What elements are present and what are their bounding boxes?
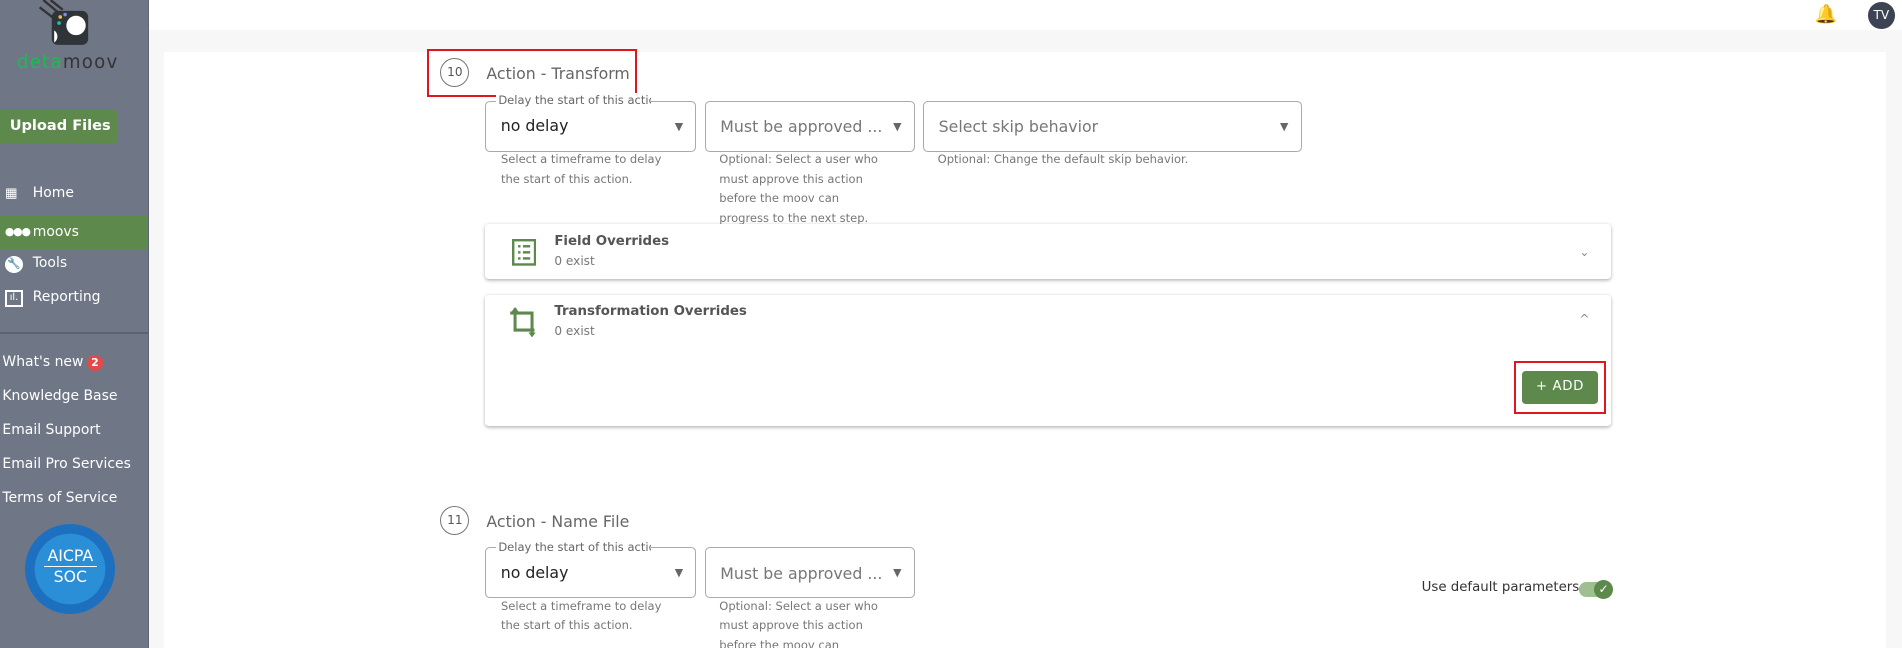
avatar[interactable]: TV bbox=[1868, 2, 1895, 30]
skip-behavior-select[interactable]: Select skip behavior ▼ bbox=[923, 100, 1302, 152]
aicpa-soc-badge: AICPA SOC bbox=[25, 524, 116, 614]
chart-icon: ıl. bbox=[4, 289, 24, 307]
whats-new-link[interactable]: What's new 2 bbox=[2, 354, 103, 371]
panel-title: Transformation Overrides bbox=[554, 304, 747, 320]
sidebar-item-label: Reporting bbox=[32, 289, 101, 306]
default-parameters-toggle[interactable]: ✓ bbox=[1579, 579, 1614, 600]
sidebar-item-tools[interactable]: 🔧 Tools bbox=[0, 247, 148, 280]
sidebar: detamoov Upload Files ▦ Home ●●● moovs 🔧 To… bbox=[0, 0, 150, 648]
dropdown-arrow-icon: ▼ bbox=[674, 566, 684, 580]
default-parameters-label: Use default parameters bbox=[1421, 579, 1580, 595]
wrench-icon: 🔧 bbox=[4, 255, 24, 273]
notification-badge: 2 bbox=[87, 355, 103, 371]
delay-help: Select a timeframe to delay the start of … bbox=[500, 598, 662, 633]
skip-help: Optional: Change the default skip behavi… bbox=[937, 152, 1189, 167]
bell-plus-icon[interactable]: 🔔 bbox=[1815, 4, 1838, 25]
approver-help: Optional: Select a user who must approve … bbox=[719, 152, 878, 225]
email-support-link[interactable]: Email Support bbox=[2, 422, 100, 438]
dots-icon: ●●● bbox=[4, 225, 31, 239]
step-title: Action - Name File bbox=[486, 511, 630, 531]
step-title: Action - Transform bbox=[486, 64, 630, 84]
sidebar-item-label: Home bbox=[32, 185, 74, 202]
chevron-up-icon[interactable]: ^ bbox=[1579, 312, 1589, 326]
top-bar bbox=[149, 0, 1902, 31]
email-pro-services-link[interactable]: Email Pro Services bbox=[2, 456, 130, 472]
dashboard-icon: ▦ bbox=[4, 185, 18, 201]
panel-subtitle: 0 exist bbox=[554, 253, 595, 268]
chevron-down-icon[interactable]: ⌄ bbox=[1579, 245, 1589, 259]
sidebar-item-home[interactable]: ▦ Home bbox=[0, 177, 148, 210]
transformation-overrides-panel: Transformation Overrides 0 exist ^ bbox=[485, 294, 1611, 426]
list-icon bbox=[511, 238, 537, 266]
field-overrides-panel[interactable]: Field Overrides 0 exist ⌄ bbox=[485, 224, 1611, 279]
terms-of-service-link[interactable]: Terms of Service bbox=[2, 490, 117, 506]
divider bbox=[0, 332, 150, 334]
approver-select[interactable]: Must be approved ... ▼ bbox=[704, 100, 915, 152]
panel-title: Field Overrides bbox=[554, 234, 670, 250]
upload-files-button[interactable]: Upload Files bbox=[0, 110, 118, 144]
knowledge-base-link[interactable]: Knowledge Base bbox=[2, 388, 117, 404]
detamoov-logo-icon bbox=[39, 0, 89, 45]
approver-select[interactable]: Must be approved ... ▼ bbox=[704, 547, 915, 598]
sidebar-item-reporting[interactable]: ıl. Reporting bbox=[0, 281, 148, 314]
dropdown-arrow-icon: ▼ bbox=[1280, 119, 1289, 133]
crop-icon bbox=[510, 306, 537, 338]
dropdown-arrow-icon: ▼ bbox=[893, 566, 902, 580]
dropdown-arrow-icon: ▼ bbox=[893, 119, 902, 133]
delay-select[interactable]: Delay the start of this action no delay ▼ bbox=[485, 539, 697, 598]
logo-text: detamoov bbox=[16, 52, 119, 74]
sidebar-item-label: Tools bbox=[32, 255, 68, 272]
sidebar-item-moovs[interactable]: ●●● moovs bbox=[0, 215, 148, 249]
panel-subtitle: 0 exist bbox=[554, 323, 595, 338]
sidebar-item-label: moovs bbox=[32, 223, 79, 240]
delay-select[interactable]: Delay the start of this action no delay ▼ bbox=[485, 93, 697, 152]
approver-help: Optional: Select a user who must approve … bbox=[719, 598, 878, 648]
dropdown-arrow-icon: ▼ bbox=[674, 119, 684, 133]
delay-help: Select a timeframe to delay the start of … bbox=[500, 152, 662, 186]
add-transformation-button[interactable]: + ADD bbox=[1522, 371, 1598, 404]
